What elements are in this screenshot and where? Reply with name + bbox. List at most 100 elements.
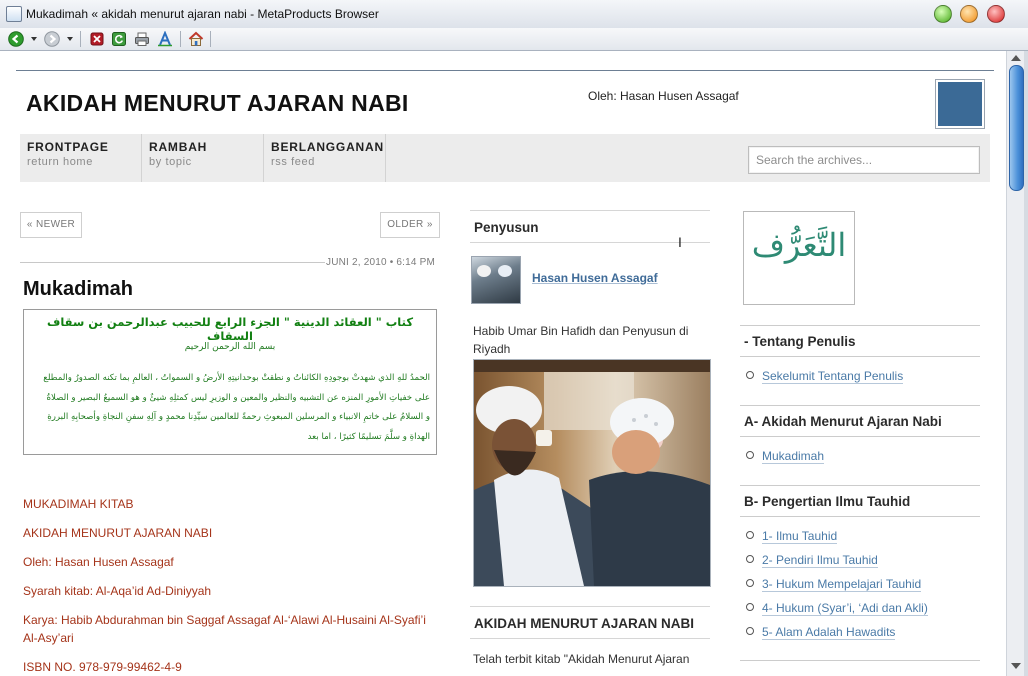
arabic-paragraph: الحمدُ للهِ الذي شهدتْ بوجودِهِ الكائنات… bbox=[30, 369, 430, 447]
scrollbar-thumb[interactable] bbox=[1009, 65, 1024, 191]
widget-heading-akidah-ajaran-nabi: A- Akidah Menurut Ajaran Nabi bbox=[744, 414, 942, 429]
widget-heading-tentang-penulis: - Tentang Penulis bbox=[744, 334, 856, 349]
post-title[interactable]: Mukadimah bbox=[23, 278, 133, 301]
refresh-icon[interactable] bbox=[111, 31, 127, 47]
post-body-line: Syarah kitab: Al-Aqa’id Ad-Diniyyah bbox=[23, 584, 212, 598]
arabic-intro-box: كتاب " العقائد الدينية " الجزء الرابع لل… bbox=[23, 309, 437, 455]
older-posts-button[interactable]: OLDER » bbox=[380, 212, 440, 238]
post-date-rule bbox=[20, 262, 325, 263]
sidebar-link-alam-hawadits[interactable]: 5- Alam Adalah Hawadits bbox=[746, 625, 896, 640]
sidebar-link-hukum-syari[interactable]: 4- Hukum (Syar’i, ‘Adi dan Akli) bbox=[746, 601, 928, 616]
maximize-button[interactable] bbox=[960, 5, 978, 23]
nav-item-sub: rss feed bbox=[271, 156, 315, 168]
widget-rule bbox=[740, 356, 980, 357]
bullet-icon bbox=[746, 531, 754, 539]
link-text[interactable]: Sekelumit Tentang Penulis bbox=[762, 369, 904, 384]
arabic-book-title: كتاب " العقائد الدينية " الجزء الرابع لل… bbox=[46, 315, 414, 343]
widget-heading-akidah: AKIDAH MENURUT AJARAN NABI bbox=[474, 616, 694, 631]
link-text[interactable]: 4- Hukum (Syar’i, ‘Adi dan Akli) bbox=[762, 601, 928, 616]
author-link[interactable]: Hasan Husen Assagaf bbox=[532, 271, 658, 285]
font-icon[interactable] bbox=[157, 30, 173, 47]
post-body-line: ISBN NO. 978-979-99462-4-9 bbox=[23, 660, 182, 674]
widget-text: Telah terbit kitab "Akidah Menurut Ajara… bbox=[473, 652, 690, 666]
sidebar-link-mukadimah[interactable]: Mukadimah bbox=[746, 449, 825, 464]
header-avatar-box bbox=[935, 79, 985, 129]
nav-item-frontpage[interactable]: FRONTPAGE return home bbox=[20, 134, 142, 182]
widget-rule bbox=[740, 516, 980, 517]
nav-item-berlangganan[interactable]: BERLANGGANAN rss feed bbox=[264, 134, 386, 182]
forward-dropdown-chevron-icon[interactable] bbox=[67, 37, 73, 41]
nav-item-sub: by topic bbox=[149, 156, 192, 168]
nav-item-label: BERLANGGANAN bbox=[271, 140, 384, 154]
browser-toolbar bbox=[0, 28, 1028, 51]
arabic-line: الحمدُ للهِ الذي شهدتْ بوجودِهِ الكائنات… bbox=[43, 373, 430, 383]
scroll-down-arrow-icon[interactable] bbox=[1011, 663, 1021, 669]
widget-rule bbox=[740, 436, 980, 437]
sidebar-rule bbox=[470, 210, 710, 211]
close-window-button[interactable] bbox=[987, 5, 1005, 23]
vertical-scrollbar[interactable] bbox=[1006, 51, 1025, 676]
header-color-square bbox=[938, 82, 982, 126]
window-titlebar: Mukadimah « akidah menurut ajaran nabi -… bbox=[0, 0, 1028, 29]
toolbar-divider bbox=[210, 31, 211, 47]
bullet-icon bbox=[746, 627, 754, 635]
back-icon[interactable] bbox=[8, 31, 24, 47]
post-body-line: MUKADIMAH KITAB bbox=[23, 497, 134, 511]
arabic-logo-text: التَّعَرُّف bbox=[751, 226, 847, 264]
search-field[interactable] bbox=[748, 146, 980, 174]
author-thumbnail[interactable] bbox=[471, 256, 521, 304]
widget-heading-penyusun: Penyusun bbox=[474, 220, 539, 235]
home-icon[interactable] bbox=[188, 31, 204, 47]
header-top-rule bbox=[16, 70, 994, 71]
nav-item-sub: return home bbox=[27, 156, 93, 168]
toolbar-divider bbox=[80, 31, 81, 47]
nav-item-label: FRONTPAGE bbox=[27, 140, 109, 154]
site-byline: Oleh: Hasan Husen Assagaf bbox=[588, 89, 739, 103]
back-dropdown-chevron-icon[interactable] bbox=[31, 37, 37, 41]
forward-icon[interactable] bbox=[44, 31, 60, 47]
arabic-logo: التَّعَرُّف bbox=[743, 211, 855, 305]
link-text[interactable]: Mukadimah bbox=[762, 449, 825, 464]
scroll-up-arrow-icon[interactable] bbox=[1011, 55, 1021, 61]
bullet-icon bbox=[746, 579, 754, 587]
link-text[interactable]: 1- Ilmu Tauhid bbox=[762, 529, 838, 544]
minimize-button[interactable] bbox=[934, 5, 952, 23]
browser-app-icon bbox=[6, 6, 22, 22]
page-content: AKIDAH MENURUT AJARAN NABI Oleh: Hasan H… bbox=[4, 51, 1006, 676]
arabic-basmala: بسم الله الرحمن الرحيم bbox=[184, 342, 276, 352]
print-icon[interactable] bbox=[134, 31, 150, 47]
sidebar-link-pendiri[interactable]: 2- Pendiri Ilmu Tauhid bbox=[746, 553, 878, 568]
window-border bbox=[1024, 51, 1028, 676]
sidebar-link-hukum-mempelajari[interactable]: 3- Hukum Mempelajari Tauhid bbox=[746, 577, 922, 592]
post-date: JUNI 2, 2010 • 6:14 PM bbox=[326, 257, 436, 268]
sidebar-link-sekelumit[interactable]: Sekelumit Tentang Penulis bbox=[746, 369, 904, 384]
widget-rule bbox=[740, 660, 980, 661]
nav-item-rambah[interactable]: RAMBAH by topic bbox=[142, 134, 264, 182]
sidebar-rule bbox=[470, 606, 710, 607]
text-cursor-icon: I bbox=[678, 234, 682, 250]
window-title: Mukadimah « akidah menurut ajaran nabi -… bbox=[26, 7, 379, 21]
arabic-line: على خفياتِ الأمورِ المنزه عن التشبيه وال… bbox=[46, 392, 431, 403]
author-photo bbox=[473, 359, 711, 587]
newer-posts-button[interactable]: « NEWER bbox=[20, 212, 82, 238]
post-body-line: Karya: Habib Abdurahman bin Saggaf Assag… bbox=[23, 613, 426, 645]
arabic-line: الهداةِ و سلَّمَ تسليمًا كثيرًا ، اما بع… bbox=[307, 431, 430, 442]
search-input[interactable] bbox=[754, 147, 976, 173]
site-title[interactable]: AKIDAH MENURUT AJARAN NABI bbox=[26, 90, 409, 117]
sidebar-rule bbox=[470, 638, 710, 639]
arabic-line: و السلامُ على خاتمِ الانبياء و المرسلين … bbox=[47, 412, 430, 422]
widget-heading-pengertian-ilmu-tauhid: B- Pengertian Ilmu Tauhid bbox=[744, 494, 911, 509]
widget-rule bbox=[740, 485, 980, 486]
stop-icon[interactable] bbox=[89, 31, 105, 47]
link-text[interactable]: 2- Pendiri Ilmu Tauhid bbox=[762, 553, 878, 568]
nav-item-label: RAMBAH bbox=[149, 140, 208, 154]
bullet-icon bbox=[746, 555, 754, 563]
bullet-icon bbox=[746, 603, 754, 611]
widget-rule bbox=[740, 325, 980, 326]
widget-rule bbox=[740, 405, 980, 406]
sidebar-link-ilmu-tauhid[interactable]: 1- Ilmu Tauhid bbox=[746, 529, 838, 544]
link-text[interactable]: 5- Alam Adalah Hawadits bbox=[762, 625, 896, 640]
link-text[interactable]: 3- Hukum Mempelajari Tauhid bbox=[762, 577, 922, 592]
photo-caption: Habib Umar Bin Hafidh dan Penyusun di Ri… bbox=[473, 324, 689, 356]
toolbar-divider bbox=[180, 31, 181, 47]
